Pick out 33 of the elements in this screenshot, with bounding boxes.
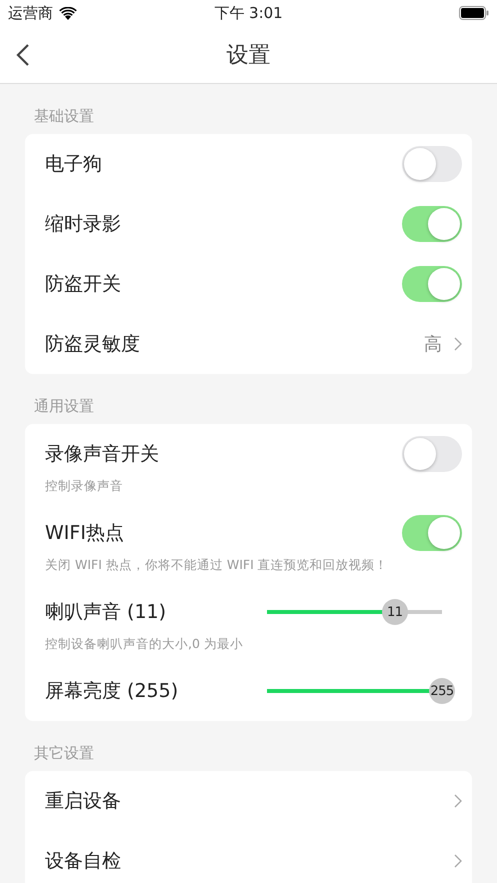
setting-label: 设备自检 xyxy=(45,849,122,874)
page-title: 设置 xyxy=(226,42,270,70)
wifi-icon xyxy=(59,6,77,20)
section-title: 基础设置 xyxy=(33,106,95,127)
section-title: 通用设置 xyxy=(33,396,95,417)
chevron-right-icon[interactable] xyxy=(454,854,462,868)
setting-label: 电子狗 xyxy=(45,152,103,177)
toggle-switch[interactable] xyxy=(402,436,462,472)
toggle-switch[interactable] xyxy=(402,146,462,182)
setting-label: 录像声音开关 xyxy=(45,442,160,467)
chevron-right-icon[interactable] xyxy=(454,794,462,808)
section-title: 其它设置 xyxy=(33,743,95,764)
setting-label: 喇叭声音 (11) xyxy=(45,600,168,625)
toggle-switch[interactable] xyxy=(402,206,462,242)
setting-hint: 控制设备喇叭声音的大小,0 为最小 xyxy=(45,636,244,653)
carrier-name: 运营商 xyxy=(8,4,53,22)
setting-label: 防盗开关 xyxy=(45,272,122,297)
setting-label: WIFI热点 xyxy=(45,521,125,546)
setting-label: 重启设备 xyxy=(45,789,122,814)
chevron-right-icon[interactable] xyxy=(454,337,462,351)
setting-label: 屏幕亮度 (255) xyxy=(45,679,180,704)
battery-icon xyxy=(459,6,489,20)
setting-label: 防盗灵敏度 xyxy=(45,332,141,357)
setting-value: 高 xyxy=(424,333,442,356)
status-time: 下午 3:01 xyxy=(214,4,283,22)
slider-thumb[interactable]: 255 xyxy=(429,678,455,704)
back-icon[interactable] xyxy=(16,42,30,66)
slider-thumb[interactable]: 11 xyxy=(382,599,408,625)
toggle-switch[interactable] xyxy=(402,515,462,551)
setting-label: 缩时录影 xyxy=(45,212,122,237)
toggle-switch[interactable] xyxy=(402,266,462,302)
setting-hint: 关闭 WIFI 热点，你将不能通过 WIFI 直连预览和回放视频！ xyxy=(45,557,389,574)
setting-hint: 控制录像声音 xyxy=(45,478,124,495)
